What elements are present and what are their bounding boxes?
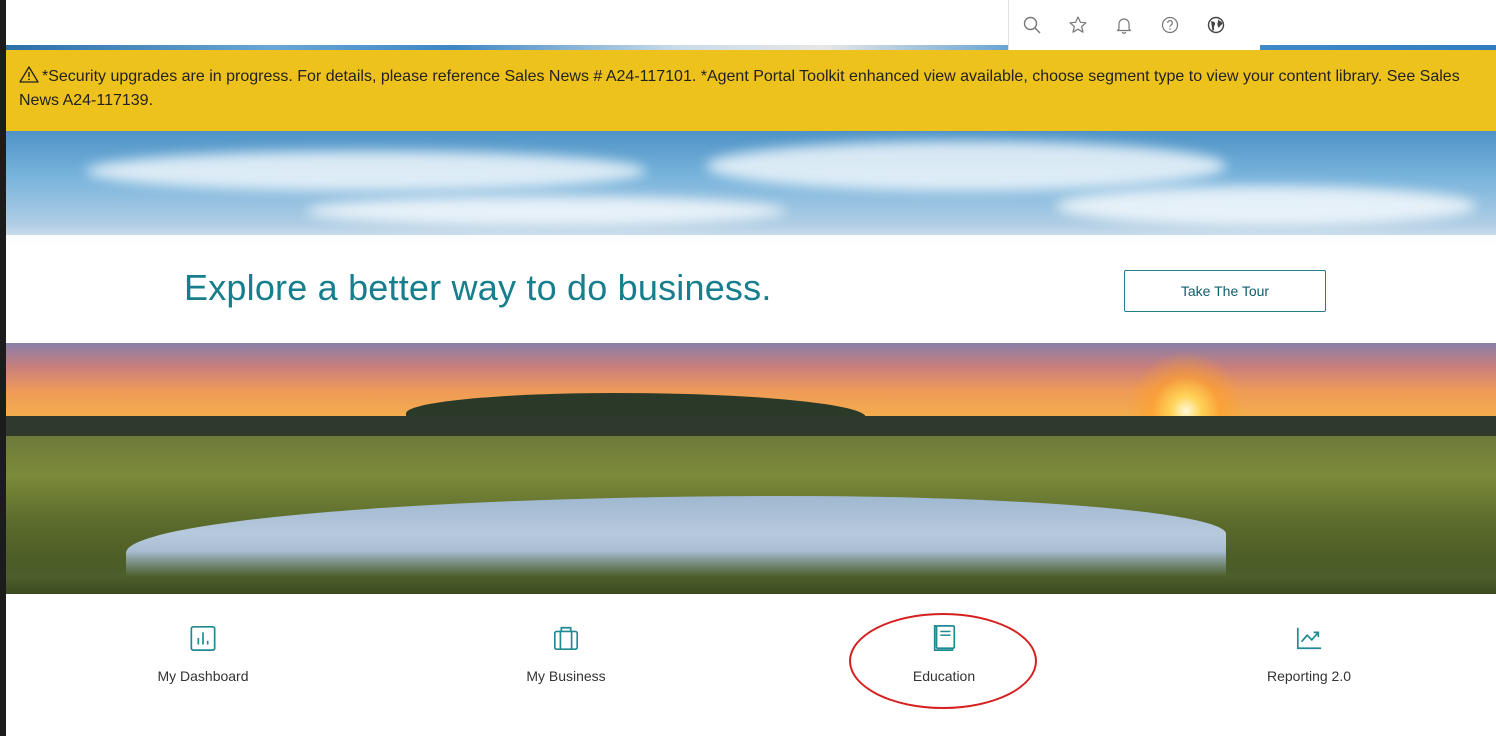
tile-label: Reporting 2.0 <box>1266 668 1352 684</box>
help-button[interactable] <box>1147 3 1193 47</box>
tile-my-dashboard[interactable]: My Dashboard <box>113 624 293 684</box>
bell-icon <box>1116 18 1132 34</box>
alert-text: *Security upgrades are in progress. For … <box>19 68 1460 109</box>
tile-label: My Business <box>526 668 606 684</box>
language-button[interactable] <box>1193 3 1239 47</box>
search-icon <box>1023 16 1041 34</box>
search-button[interactable] <box>1009 3 1055 47</box>
top-bar <box>6 0 1496 50</box>
take-tour-button[interactable]: Take The Tour <box>1124 270 1326 312</box>
alert-banner: *Security upgrades are in progress. For … <box>6 50 1496 131</box>
page: *Security upgrades are in progress. For … <box>0 0 1496 736</box>
foreground-grass <box>6 551 1496 594</box>
favorites-button[interactable] <box>1055 3 1101 47</box>
tile-label: My Dashboard <box>157 668 249 684</box>
warning-icon <box>19 66 39 83</box>
utility-icons <box>1008 0 1260 50</box>
tile-reporting[interactable]: Reporting 2.0 <box>1219 624 1399 684</box>
notifications-button[interactable] <box>1101 3 1147 47</box>
star-icon <box>1069 16 1087 33</box>
bar-chart-icon <box>190 625 216 651</box>
treeline <box>6 416 1496 438</box>
hero-banner: Explore a better way to do business. Tak… <box>6 131 1496 594</box>
tile-my-business[interactable]: My Business <box>476 624 656 684</box>
cloud <box>86 151 646 191</box>
cloud <box>1056 186 1476 226</box>
highlight-circle <box>849 613 1037 709</box>
cloud <box>706 141 1226 191</box>
cloud <box>306 196 786 226</box>
quick-links: My Dashboard My Business Education Repor… <box>6 594 1496 736</box>
trending-chart-icon <box>1296 627 1322 650</box>
globe-icon <box>1207 16 1225 34</box>
hero-title: Explore a better way to do business. <box>184 267 772 308</box>
help-icon <box>1161 16 1179 34</box>
briefcase-icon <box>553 626 579 651</box>
